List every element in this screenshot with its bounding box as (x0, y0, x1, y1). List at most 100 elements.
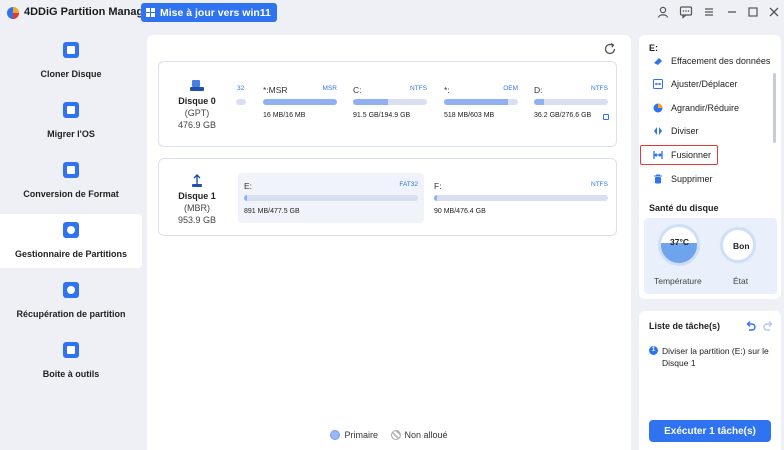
partition-d[interactable]: D: NTFS 36.2 GB/276.6 GB (534, 85, 609, 125)
delete-icon (654, 174, 662, 184)
title-bar: 4DDiG Partition Manager Mise à jour vers… (0, 0, 784, 26)
app-logo-icon (7, 7, 19, 19)
user-icon[interactable] (656, 5, 670, 19)
partition-manager-icon (63, 222, 79, 238)
menu-icon[interactable] (702, 5, 716, 19)
partition-fs: FAT32 (399, 181, 418, 188)
partition-label: *:MSR (263, 85, 288, 95)
minimize-icon[interactable] (725, 5, 739, 19)
task-list-title: Liste de tâche(s) (649, 321, 721, 331)
upgrade-win11-button[interactable]: Mise à jour vers win11 (141, 3, 277, 22)
toolbox-icon (63, 342, 79, 358)
partition-usage-bar (353, 99, 427, 105)
redo-icon[interactable] (763, 320, 774, 331)
app-title: 4DDiG Partition Manager (24, 6, 154, 18)
sidebar-item-toolbox[interactable]: Boite à outils (0, 334, 142, 388)
partition-usage-bar (534, 99, 608, 105)
status-value: Bon (733, 241, 750, 251)
lock-icon (603, 114, 609, 120)
op-split[interactable]: Diviser (639, 121, 775, 141)
op-label: Ajuster/Déplacer (671, 79, 738, 89)
primary-swatch-icon (330, 430, 341, 440)
op-label: Fusionner (671, 150, 712, 160)
split-icon (654, 127, 662, 135)
hard-disk-icon (190, 80, 204, 91)
refresh-icon[interactable] (603, 42, 617, 56)
disk-name: Disque 0 (178, 96, 216, 106)
partition-size: 91.5 GB/194.9 GB (353, 112, 411, 119)
convert-format-icon (63, 162, 79, 178)
partition-label: F: (434, 181, 442, 191)
disk-scheme: (MBR) (184, 203, 210, 213)
maximize-icon[interactable] (746, 5, 760, 19)
disk-info: Disque 0 (GPT) 476.9 GB (159, 79, 235, 130)
temperature-label: Température (654, 276, 702, 286)
unallocated-swatch-icon (390, 430, 401, 440)
merge-icon (653, 151, 663, 159)
disk-info: Disque 1 (MBR) 953.9 GB (159, 174, 235, 225)
operations-panel: E: Effacement des données Ajuster/Déplac… (639, 35, 781, 299)
sidebar-item-partition-manager[interactable]: Gestionnaire de Partitions (0, 214, 142, 268)
partition-fs: NTFS (591, 181, 608, 188)
sidebar-item-label: Migrer l'OS (47, 129, 95, 139)
legend-unallocated-label: Non alloué (404, 430, 448, 440)
resize-icon (653, 79, 663, 89)
disk-card-0[interactable]: Disque 0 (GPT) 476.9 GB 32 *:MSR MSR 16 … (158, 61, 617, 147)
disk-size: 476.9 GB (177, 120, 217, 130)
feedback-icon[interactable] (679, 5, 693, 19)
op-merge[interactable]: Fusionner (640, 145, 718, 165)
sidebar-item-migrate-os[interactable]: Migrer l'OS (0, 94, 142, 148)
windows-icon (146, 8, 155, 17)
sidebar-item-label: Boite à outils (42, 369, 100, 379)
partition-size: 16 MB/16 MB (263, 112, 306, 119)
partition-usage-bar (434, 195, 608, 201)
partition-label: D: (534, 85, 543, 95)
execute-tasks-button[interactable]: Exécuter 1 tâche(s) (649, 420, 771, 442)
sidebar-item-label: Cloner Disque (40, 69, 102, 79)
temperature-value: 37°C (670, 237, 689, 247)
sidebar-item-label: Gestionnaire de Partitions (14, 249, 128, 259)
sidebar-item-partition-recovery[interactable]: Récupération de partition (0, 274, 142, 328)
partition-size: 891 MB/477.5 GB (244, 208, 300, 215)
partition-e[interactable]: E: FAT32 891 MB/477.5 GB (238, 173, 424, 223)
main-panel: Disque 0 (GPT) 476.9 GB 32 *:MSR MSR 16 … (147, 35, 631, 450)
op-label: Diviser (671, 126, 699, 136)
partition-c[interactable]: C: NTFS 91.5 GB/194.9 GB (353, 85, 427, 125)
op-label: Effacement des données (671, 56, 771, 66)
operations-scrollbar[interactable] (773, 73, 776, 143)
partition-fs: NTFS (410, 85, 427, 92)
op-extend-shrink[interactable]: Agrandir/Réduire (639, 98, 775, 118)
sidebar-item-clone-disk[interactable]: Cloner Disque (0, 34, 142, 88)
partition-oem[interactable]: *: OEM 518 MB/603 MB (444, 85, 518, 125)
partition-fs: MSR (322, 85, 337, 92)
legend-primary-label: Primaire (344, 430, 378, 440)
partition-msr[interactable]: *:MSR MSR 16 MB/16 MB (263, 85, 337, 125)
op-erase[interactable]: Effacement des données (639, 51, 775, 71)
partition-label: C: (353, 85, 362, 95)
upgrade-label: Mise à jour vers win11 (160, 6, 271, 19)
partition-fs: NTFS (591, 85, 608, 92)
partition-size: 36.2 GB/276.6 GB (534, 112, 592, 119)
usb-disk-icon (192, 174, 202, 187)
task-list-panel: Liste de tâche(s) 1 Diviser la partition… (639, 311, 781, 450)
extend-shrink-icon (653, 103, 663, 113)
status-label: État (733, 276, 749, 286)
legend-unallocated: Non alloué (390, 430, 448, 440)
sidebar-item-convert-format[interactable]: Conversion de Format (0, 154, 142, 208)
erase-icon (654, 58, 662, 65)
task-number-badge: 1 (649, 346, 658, 355)
legend: Primaire Non alloué (147, 430, 631, 442)
disk-scheme: (GPT) (184, 108, 210, 118)
disk-name: Disque 1 (178, 191, 216, 201)
undo-icon[interactable] (745, 320, 756, 331)
partition-f[interactable]: F: NTFS 90 MB/476.4 GB (434, 181, 608, 221)
disk-size: 953.9 GB (177, 215, 217, 225)
disk-card-1[interactable]: Disque 1 (MBR) 953.9 GB E: FAT32 891 MB/… (158, 158, 617, 236)
legend-primary: Primaire (330, 430, 378, 440)
partition-usage-bar (444, 99, 518, 105)
disk-badge: 32 (237, 85, 245, 92)
partition-size: 518 MB/603 MB (444, 112, 495, 119)
close-icon[interactable] (767, 5, 781, 19)
op-resize-move[interactable]: Ajuster/Déplacer (639, 74, 775, 94)
op-delete[interactable]: Supprimer (639, 169, 775, 189)
